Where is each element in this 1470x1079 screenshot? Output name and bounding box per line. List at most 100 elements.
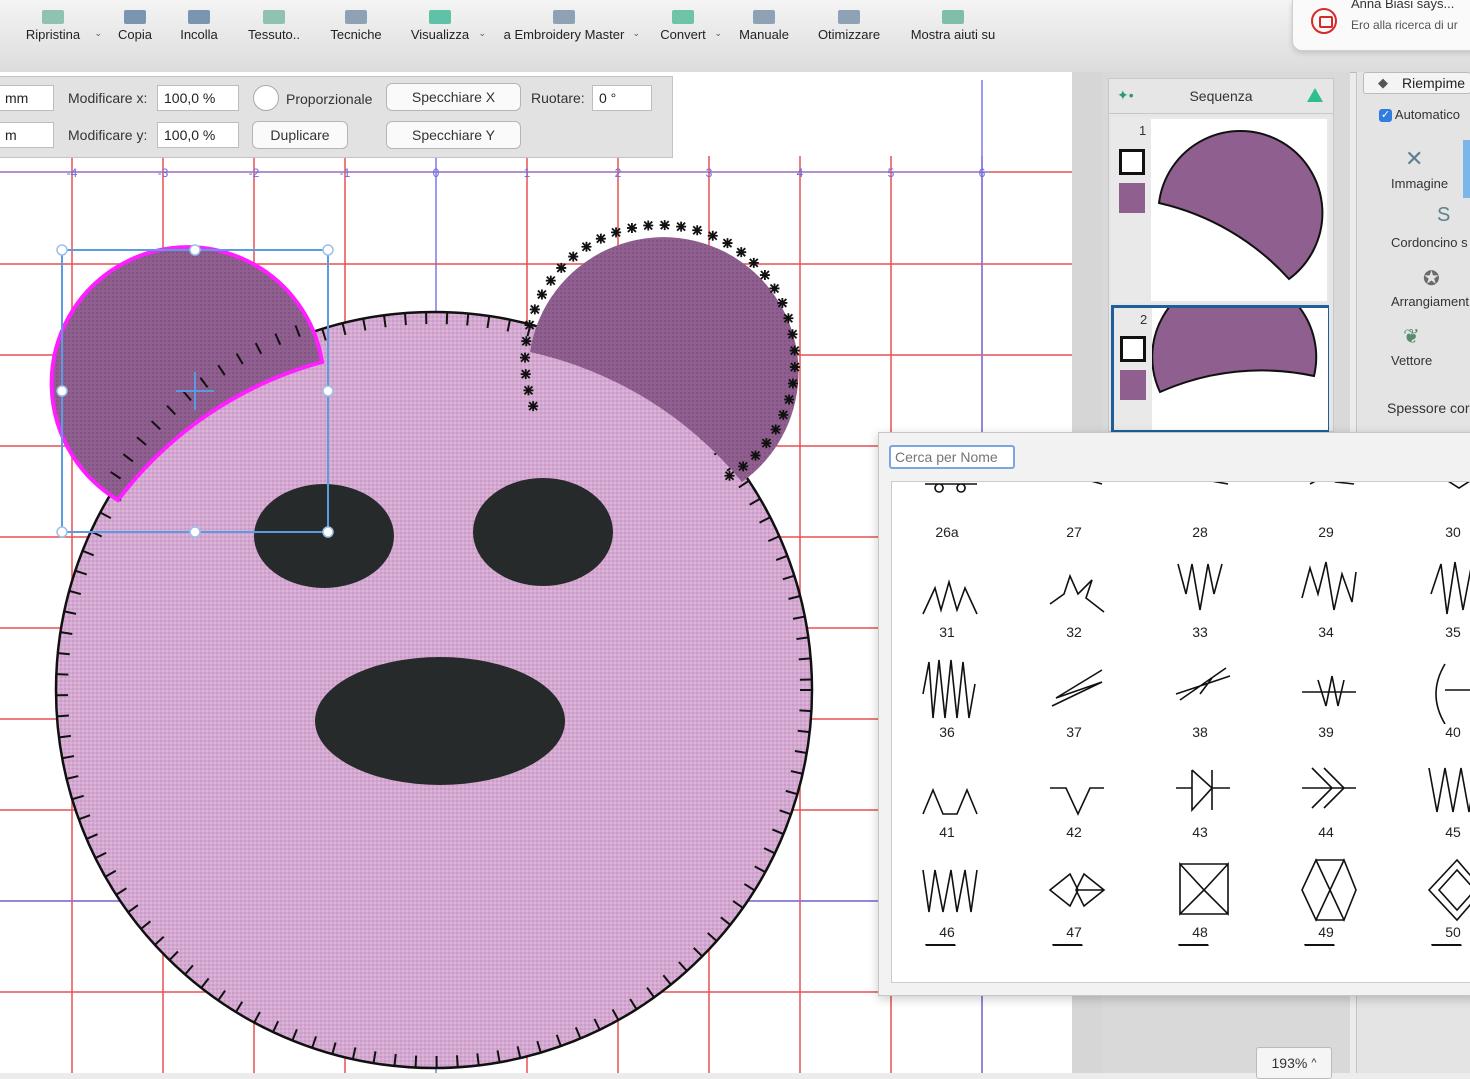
fabric-button[interactable]: Tessuto.. — [244, 0, 304, 42]
stitch-pattern-item[interactable]: 27 — [1029, 481, 1119, 546]
stitch-pattern-icon — [1296, 654, 1362, 724]
manual-button[interactable]: Manuale — [736, 0, 792, 42]
stitch-pattern-label: 50 — [1408, 924, 1470, 940]
copy-button[interactable]: Copia — [114, 0, 156, 42]
stitch-pattern-item[interactable]: 47 — [1029, 846, 1119, 946]
stitch-pattern-icon — [1044, 854, 1110, 924]
stitch-pattern-item[interactable]: 42 — [1029, 746, 1119, 846]
fill-color-swatch[interactable] — [1119, 183, 1145, 213]
duplicate-button[interactable]: Duplicare — [252, 121, 348, 149]
stitch-pattern-item[interactable]: 38 — [1155, 646, 1245, 746]
modify-x-field[interactable]: 100,0 % — [157, 85, 239, 111]
stitch-pattern-icon — [1170, 654, 1236, 724]
sequence-item-selected[interactable]: 2 — [1111, 305, 1329, 433]
stitch-pattern-item[interactable]: 30 — [1408, 481, 1470, 546]
modify-y-field[interactable]: 100,0 % — [157, 122, 239, 148]
stitch-pattern-item[interactable]: 29 — [1281, 481, 1371, 546]
tool-arrange[interactable]: Arrangiament — [1391, 294, 1469, 309]
help-cursor-icon — [942, 10, 964, 24]
stitch-pattern-item[interactable]: 35 — [1408, 546, 1470, 646]
panel-scroll-indicator[interactable] — [1463, 140, 1470, 198]
stitch-pattern-item[interactable]: 39 — [1281, 646, 1371, 746]
arrange-icon: ✪ — [1423, 266, 1440, 291]
rotate-field[interactable]: 0 ° — [592, 85, 652, 111]
stitch-pattern-item[interactable] — [1431, 944, 1470, 982]
stitch-pattern-icon — [1423, 754, 1470, 824]
modify-x-label: Modificare x: — [68, 90, 147, 106]
sequence-item-number: 1 — [1139, 123, 1146, 138]
stitch-pattern-item[interactable]: 28 — [1155, 481, 1245, 546]
stitch-pattern-item[interactable]: 46 — [902, 846, 992, 946]
pattern-list[interactable]: 26a2728293031323334353637383940414243444… — [891, 481, 1470, 983]
copy-icon — [124, 10, 146, 24]
stitch-pattern-item[interactable]: 43 — [1155, 746, 1245, 846]
outline-square-icon[interactable] — [1120, 336, 1146, 362]
fill-color-swatch[interactable] — [1120, 370, 1146, 400]
sequence-item-number: 2 — [1140, 312, 1147, 327]
stitch-pattern-label: 40 — [1408, 724, 1470, 740]
position-x-field[interactable]: mm — [0, 85, 54, 111]
stitch-pattern-item[interactable]: 33 — [1155, 546, 1245, 646]
stitch-pattern-item[interactable]: 45 — [1408, 746, 1470, 846]
sequence-panel: ✦• Sequenza 1 2 — [1108, 78, 1334, 432]
stitch-pattern-item[interactable]: 36 — [902, 646, 992, 746]
transform-properties-bar: mm m Modificare x: 100,0 % Modificare y:… — [0, 76, 673, 158]
stitch-pattern-item[interactable] — [1052, 944, 1096, 982]
stitch-pattern-item[interactable]: 41 — [902, 746, 992, 846]
position-y-field[interactable]: m — [0, 122, 54, 148]
stitch-pattern-item[interactable]: 40 — [1408, 646, 1470, 746]
stitch-pattern-item[interactable]: 50 — [1408, 846, 1470, 946]
stitch-pattern-label: 45 — [1408, 824, 1470, 840]
stitch-pattern-item[interactable]: 32 — [1029, 546, 1119, 646]
embroidery-master-button[interactable]: a Embroidery Master⌄ — [500, 0, 628, 42]
stitch-pattern-item[interactable]: 37 — [1029, 646, 1119, 746]
stitch-pattern-item[interactable]: 48 — [1155, 846, 1245, 946]
outline-square-icon[interactable] — [1119, 149, 1145, 175]
chat-notification[interactable]: Anna Biasi says... Ero alla ricerca di u… — [1292, 0, 1470, 51]
rotate-label: Ruotare: — [531, 90, 585, 106]
fill-type-button[interactable]: ◆ Riempime — [1363, 72, 1470, 94]
stitch-pattern-item[interactable]: 26a — [902, 481, 992, 546]
optimize-button[interactable]: Otimizzare — [814, 0, 884, 42]
undo-button[interactable]: Ripristina⌄ — [22, 0, 84, 42]
proportional-radio[interactable] — [253, 85, 279, 111]
stitch-pattern-icon — [1044, 554, 1110, 624]
collapse-up-icon[interactable] — [1307, 88, 1323, 102]
view-button[interactable]: Visualizza⌄ — [406, 0, 474, 42]
stitch-pattern-label: 36 — [902, 724, 992, 740]
stitch-pattern-item[interactable]: 31 — [902, 546, 992, 646]
chevron-up-icon: ^ — [1311, 1057, 1316, 1069]
stitch-pattern-item[interactable] — [1304, 944, 1348, 982]
stitch-pattern-item[interactable] — [1178, 944, 1222, 982]
techniques-icon — [345, 10, 367, 24]
stitch-pattern-item[interactable]: 49 — [1281, 846, 1371, 946]
mirror-x-button[interactable]: Specchiare X — [386, 83, 521, 111]
tool-vector[interactable]: Vettore — [1391, 353, 1432, 368]
paste-button[interactable]: Incolla — [176, 0, 222, 42]
sequence-item[interactable]: 1 — [1111, 117, 1329, 303]
tool-image[interactable]: Immagine — [1391, 176, 1448, 191]
zoom-control[interactable]: 193% ^ — [1256, 1047, 1332, 1079]
stitch-pattern-label: 48 — [1155, 924, 1245, 940]
mirror-y-button[interactable]: Specchiare Y — [386, 121, 521, 149]
stitch-pattern-icon — [1296, 554, 1362, 624]
pattern-search-input[interactable] — [889, 445, 1015, 469]
tool-cord[interactable]: Cordoncino s — [1391, 235, 1468, 250]
stitch-pattern-item[interactable]: 34 — [1281, 546, 1371, 646]
bear-nose[interactable] — [315, 657, 565, 785]
stitch-pattern-item[interactable]: 44 — [1281, 746, 1371, 846]
fabric-icon — [263, 10, 285, 24]
stitch-pattern-item[interactable] — [925, 944, 969, 982]
automatic-checkbox[interactable]: ✓ Automatico — [1379, 107, 1460, 122]
chat-bubble-icon — [1311, 8, 1337, 34]
convert-button[interactable]: Convert⌄ — [656, 0, 710, 42]
stitch-pattern-label: 39 — [1281, 724, 1371, 740]
bear-right-eye[interactable] — [473, 478, 613, 586]
ruler-tick-label: 3 — [706, 166, 713, 180]
show-help-button[interactable]: Mostra aiuti su — [906, 0, 1000, 42]
techniques-button[interactable]: Tecniche — [326, 0, 386, 42]
sequence-header: ✦• Sequenza — [1109, 79, 1333, 114]
stitch-pattern-icon — [1423, 854, 1470, 924]
sequence-tool-icon[interactable]: ✦• — [1117, 87, 1134, 104]
stitch-pattern-label: 26a — [902, 524, 992, 540]
